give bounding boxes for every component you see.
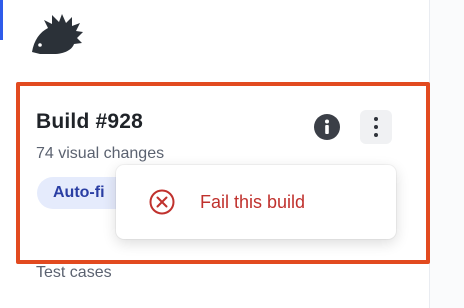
fail-build-menu-item[interactable]: Fail this build (116, 165, 396, 239)
more-vertical-icon-dot (374, 125, 378, 129)
main-pane (430, 0, 464, 308)
window-edge-accent (0, 0, 3, 40)
test-cases-heading: Test cases (36, 264, 112, 281)
info-icon (325, 119, 329, 134)
more-vertical-icon-dot (374, 133, 378, 137)
more-vertical-icon-dot (374, 117, 378, 121)
fail-build-label: Fail this build (200, 191, 306, 212)
close-circle-icon (149, 189, 175, 215)
build-changes-count: 74 visual changes (36, 145, 165, 162)
app-screen: Build #928 74 visual changes Auto-fi Fai… (0, 0, 464, 308)
build-title: Build #928 (36, 110, 144, 133)
build-actions-menu: Fail this build (116, 165, 396, 239)
info-button[interactable] (314, 114, 340, 140)
hedgehog-logo-icon (32, 14, 83, 54)
more-options-button[interactable] (360, 110, 392, 144)
